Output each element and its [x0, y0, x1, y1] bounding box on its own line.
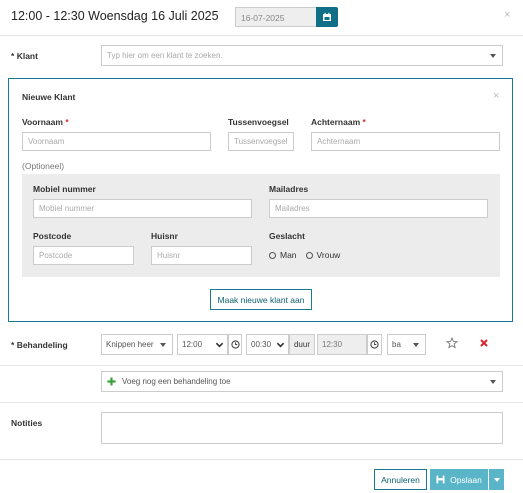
star-icon[interactable]: [445, 336, 459, 351]
calendar-icon: [323, 12, 331, 21]
behandeling-label-text: Behandeling: [16, 340, 68, 350]
duration-select[interactable]: 00:30: [246, 334, 289, 355]
start-time-select[interactable]: 12:00: [177, 334, 228, 355]
chevron-down-icon: [490, 53, 496, 58]
mobiel-input[interactable]: Mobiel nummer: [33, 199, 252, 218]
divider: [0, 402, 523, 403]
create-client-button[interactable]: Maak nieuwe klant aan: [210, 289, 312, 310]
staff-select[interactable]: ba: [387, 334, 426, 355]
save-button-label: Opslaan: [450, 474, 482, 485]
postcode-input[interactable]: Postcode: [33, 246, 134, 265]
save-button[interactable]: Opslaan: [430, 469, 488, 490]
start-time-value: 12:00: [182, 340, 203, 349]
close-panel-icon[interactable]: ×: [493, 90, 499, 102]
mail-input[interactable]: Mailadres: [269, 199, 488, 218]
add-treatment-placeholder: Voeg nog een behandeling toe: [122, 377, 231, 386]
notities-label: Notities: [11, 418, 43, 428]
start-time-clock-button[interactable]: [228, 334, 242, 355]
behandeling-label: * Behandeling: [11, 340, 68, 350]
end-time-clock-button[interactable]: [367, 334, 382, 355]
klant-label-text: Klant: [16, 51, 38, 61]
mail-label: Mailadres: [269, 184, 309, 194]
divider: [0, 459, 523, 460]
voornaam-label: Voornaam *: [22, 117, 69, 127]
voornaam-label-text: Voornaam: [22, 117, 63, 127]
chevron-down-icon: [490, 379, 496, 384]
postcode-label: Postcode: [33, 231, 72, 241]
remove-treatment-icon[interactable]: [480, 339, 488, 349]
tussenvoegsel-label: Tussenvoegsel: [228, 117, 289, 127]
achternaam-input[interactable]: Achternaam: [311, 132, 500, 151]
radio-vrouw[interactable]: [305, 251, 313, 259]
required-mark: *: [11, 51, 15, 61]
chevron-down-icon: [493, 477, 500, 482]
radio-man[interactable]: [269, 251, 276, 259]
clock-icon: [230, 340, 240, 349]
clock-icon: [370, 340, 379, 349]
duration-addon: duur: [289, 334, 315, 355]
mobiel-placeholder: Mobiel nummer: [39, 204, 95, 213]
duration-value: 00:30: [251, 340, 272, 349]
tussenvoegsel-placeholder: Tussenvoegsel: [234, 137, 288, 146]
voornaam-placeholder: Voornaam: [28, 137, 65, 146]
new-client-title: Nieuwe Klant: [22, 92, 76, 102]
floppy-disk-icon: [436, 475, 445, 484]
staff-value: ba: [392, 340, 401, 349]
modal-title: 12:00 - 12:30 Woensdag 16 Juli 2025: [11, 9, 219, 23]
mobiel-label: Mobiel nummer: [33, 184, 96, 194]
geslacht-label: Geslacht: [269, 231, 305, 241]
voornaam-input[interactable]: Voornaam: [22, 132, 211, 151]
achternaam-label: Achternaam *: [311, 117, 366, 127]
required-mark: *: [11, 340, 15, 350]
radio-vrouw-label: Vrouw: [316, 250, 341, 260]
plus-icon: [107, 377, 116, 386]
treatment-select[interactable]: Knippen heer: [101, 334, 173, 355]
klant-search-select[interactable]: Typ hier om een klant te zoeken.: [101, 45, 503, 66]
huisnr-label: Huisnr: [151, 231, 178, 241]
gender-radio-group: Man Vrouw: [269, 250, 340, 260]
achternaam-label-text: Achternaam: [311, 117, 361, 127]
mail-placeholder: Mailadres: [275, 204, 310, 213]
treatment-value: Knippen heer: [106, 340, 154, 349]
chevron-down-icon: [413, 342, 419, 347]
divider: [0, 365, 523, 366]
postcode-placeholder: Postcode: [39, 251, 73, 260]
divider: [0, 35, 523, 36]
klant-search-placeholder: Typ hier om een klant te zoeken.: [107, 51, 223, 60]
date-input[interactable]: 16-07-2025: [235, 7, 317, 27]
chevron-down-icon: [160, 342, 166, 347]
save-options-toggle[interactable]: [489, 469, 504, 490]
notities-textarea[interactable]: [101, 412, 503, 444]
huisnr-input[interactable]: Huisnr: [151, 246, 252, 265]
end-time-input[interactable]: 12:30: [317, 334, 367, 355]
chevron-down-icon: [215, 340, 224, 351]
achternaam-placeholder: Achternaam: [317, 137, 361, 146]
add-treatment-select[interactable]: Voeg nog een behandeling toe: [101, 371, 503, 392]
calendar-button[interactable]: [316, 7, 338, 27]
radio-man-label: Man: [280, 250, 297, 260]
klant-label: * Klant: [11, 51, 38, 61]
huisnr-placeholder: Huisnr: [157, 251, 181, 260]
optional-label: (Optioneel): [22, 161, 65, 171]
cancel-button[interactable]: Annuleren: [374, 469, 427, 490]
chevron-down-icon: [276, 340, 285, 351]
tussenvoegsel-input[interactable]: Tussenvoegsel: [228, 132, 294, 151]
required-mark: *: [65, 117, 69, 127]
required-mark: *: [362, 117, 366, 127]
end-time-value: 12:30: [322, 340, 343, 349]
close-modal-icon[interactable]: ×: [504, 9, 510, 21]
